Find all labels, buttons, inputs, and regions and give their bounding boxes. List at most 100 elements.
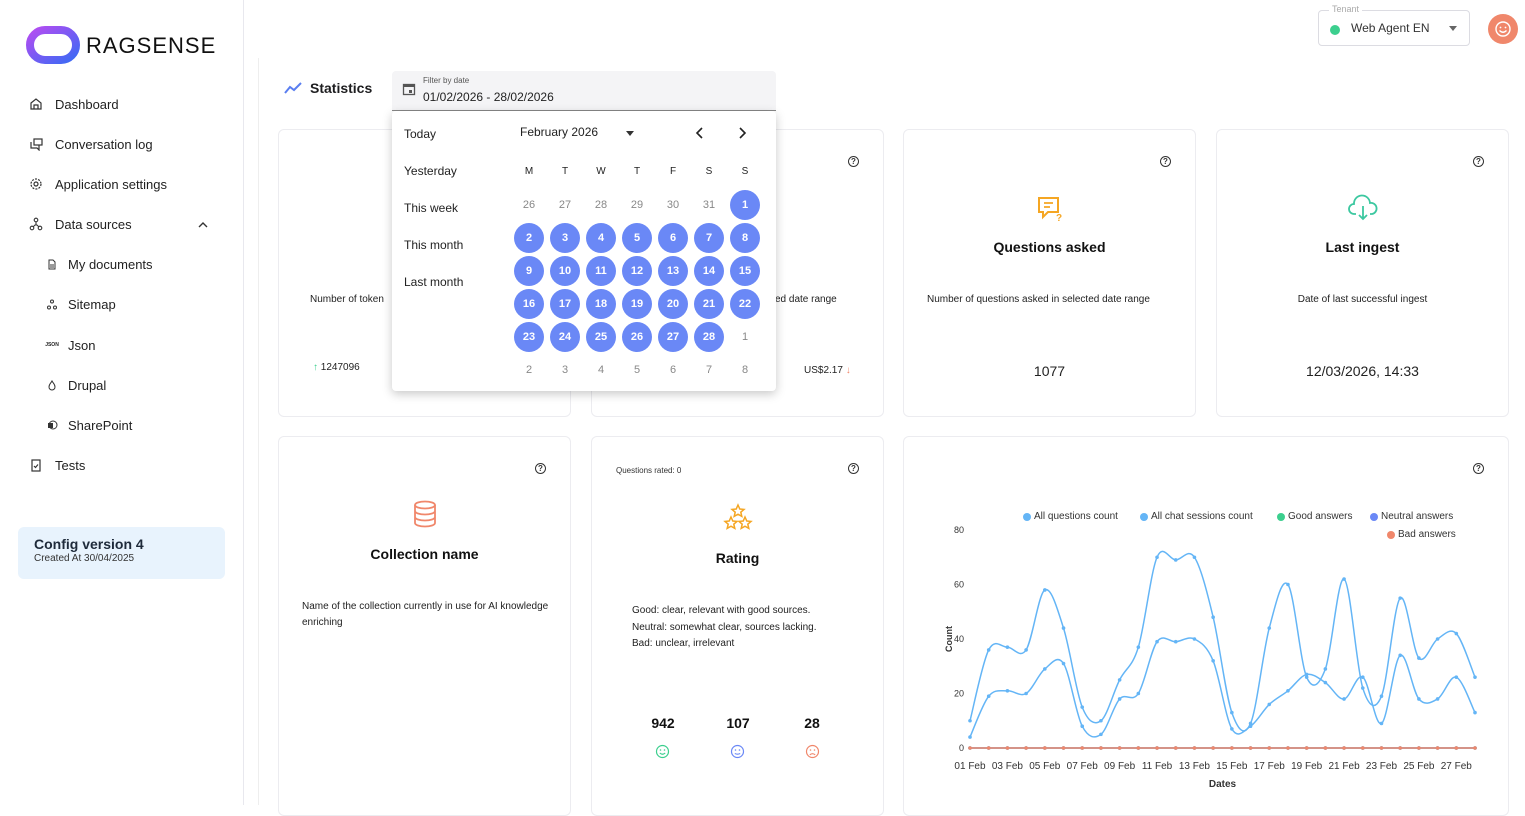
data-point-bad-answers[interactable] bbox=[1173, 746, 1178, 750]
calendar-day-selected[interactable]: 1 bbox=[730, 190, 760, 220]
data-point-all-chat-sessions-count[interactable] bbox=[1379, 721, 1384, 726]
quick-range-option[interactable]: This week bbox=[404, 201, 458, 215]
data-point-all-chat-sessions-count[interactable] bbox=[1117, 697, 1122, 701]
data-point-all-questions-count[interactable] bbox=[1360, 686, 1365, 690]
calendar-day-selected[interactable]: 3 bbox=[550, 223, 580, 253]
data-point-all-chat-sessions-count[interactable] bbox=[1473, 710, 1477, 715]
calendar-day-selected[interactable]: 17 bbox=[550, 289, 580, 319]
calendar-day-outside[interactable]: 30 bbox=[658, 190, 688, 220]
data-point-bad-answers[interactable] bbox=[1360, 746, 1365, 750]
data-point-bad-answers[interactable] bbox=[1417, 746, 1421, 750]
calendar-day-selected[interactable]: 14 bbox=[694, 256, 724, 286]
data-point-bad-answers[interactable] bbox=[1192, 746, 1197, 750]
data-point-all-chat-sessions-count[interactable] bbox=[1173, 639, 1178, 644]
quick-range-option[interactable]: This month bbox=[404, 238, 463, 252]
data-point-all-questions-count[interactable] bbox=[1211, 615, 1215, 619]
calendar-day-selected[interactable]: 4 bbox=[586, 223, 616, 253]
data-point-all-chat-sessions-count[interactable] bbox=[1211, 659, 1215, 663]
sidebar-item-data-sources[interactable]: Data sources bbox=[28, 214, 218, 234]
data-point-all-questions-count[interactable] bbox=[1417, 656, 1421, 660]
data-point-all-chat-sessions-count[interactable] bbox=[986, 694, 991, 699]
data-point-all-chat-sessions-count[interactable] bbox=[1360, 675, 1365, 679]
date-filter-input[interactable]: Filter by date 01/02/2026 - 28/02/2026 bbox=[392, 71, 776, 111]
help-icon[interactable]: ? bbox=[535, 463, 546, 474]
sidebar-item-application-settings[interactable]: Application settings bbox=[28, 174, 167, 194]
calendar-day-selected[interactable]: 12 bbox=[622, 256, 652, 286]
data-point-all-questions-count[interactable] bbox=[1230, 710, 1234, 715]
data-point-bad-answers[interactable] bbox=[1473, 746, 1477, 750]
data-point-all-chat-sessions-count[interactable] bbox=[1061, 661, 1066, 666]
calendar-day-outside[interactable]: 2 bbox=[514, 355, 544, 385]
data-point-bad-answers[interactable] bbox=[1248, 746, 1253, 750]
data-point-all-questions-count[interactable] bbox=[1398, 596, 1402, 600]
data-point-all-chat-sessions-count[interactable] bbox=[1005, 688, 1010, 693]
sidebar-subitem-sitemap[interactable]: Sitemap bbox=[46, 294, 116, 314]
data-point-bad-answers[interactable] bbox=[1099, 746, 1103, 750]
calendar-day-selected[interactable]: 13 bbox=[658, 256, 688, 286]
data-point-all-questions-count[interactable] bbox=[1323, 667, 1328, 671]
data-point-bad-answers[interactable] bbox=[1005, 746, 1010, 750]
data-point-all-chat-sessions-count[interactable] bbox=[1342, 697, 1346, 701]
data-point-all-questions-count[interactable] bbox=[1117, 678, 1122, 682]
data-point-all-chat-sessions-count[interactable] bbox=[1136, 691, 1141, 696]
calendar-day-selected[interactable]: 10 bbox=[550, 256, 580, 286]
data-point-all-chat-sessions-count[interactable] bbox=[968, 735, 972, 739]
sidebar-subitem-sharepoint[interactable]: SharePoint bbox=[46, 415, 132, 435]
calendar-day-selected[interactable]: 21 bbox=[694, 289, 724, 319]
help-icon[interactable]: ? bbox=[848, 156, 859, 167]
calendar-day-selected[interactable]: 6 bbox=[658, 223, 688, 253]
data-point-all-chat-sessions-count[interactable] bbox=[1155, 639, 1159, 644]
chevron-left-icon[interactable] bbox=[695, 127, 705, 139]
quick-range-option[interactable]: Today bbox=[404, 127, 436, 141]
sidebar-item-conversation-log[interactable]: Conversation log bbox=[28, 134, 153, 154]
data-point-all-chat-sessions-count[interactable] bbox=[1230, 727, 1234, 731]
calendar-day-outside[interactable]: 5 bbox=[622, 355, 652, 385]
calendar-day-outside[interactable]: 27 bbox=[550, 190, 580, 220]
data-point-all-questions-count[interactable] bbox=[1342, 577, 1346, 581]
calendar-day-selected[interactable]: 22 bbox=[730, 289, 760, 319]
data-point-all-chat-sessions-count[interactable] bbox=[1304, 672, 1309, 677]
data-point-all-questions-count[interactable] bbox=[1173, 558, 1178, 562]
calendar-day-outside[interactable]: 31 bbox=[694, 190, 724, 220]
calendar-day-selected[interactable]: 8 bbox=[730, 223, 760, 253]
data-point-all-chat-sessions-count[interactable] bbox=[1323, 680, 1328, 685]
sidebar-item-tests[interactable]: Tests bbox=[28, 455, 85, 475]
data-point-all-questions-count[interactable] bbox=[1155, 555, 1159, 560]
calendar-day-outside[interactable]: 3 bbox=[550, 355, 580, 385]
quick-range-option[interactable]: Yesterday bbox=[404, 164, 457, 178]
data-point-bad-answers[interactable] bbox=[1323, 746, 1328, 750]
data-point-all-questions-count[interactable] bbox=[1080, 705, 1085, 709]
data-point-all-chat-sessions-count[interactable] bbox=[1248, 724, 1253, 728]
data-point-all-questions-count[interactable] bbox=[1024, 648, 1028, 652]
data-point-bad-answers[interactable] bbox=[1342, 746, 1346, 750]
help-icon[interactable]: ? bbox=[1473, 156, 1484, 167]
data-point-bad-answers[interactable] bbox=[1080, 746, 1085, 750]
calendar-day-outside[interactable]: 4 bbox=[586, 355, 616, 385]
chevron-right-icon[interactable] bbox=[737, 127, 747, 139]
calendar-day-selected[interactable]: 9 bbox=[514, 256, 544, 286]
data-point-all-questions-count[interactable] bbox=[1005, 645, 1010, 649]
data-point-all-chat-sessions-count[interactable] bbox=[1043, 667, 1047, 671]
data-point-bad-answers[interactable] bbox=[1304, 746, 1309, 750]
calendar-day-outside[interactable]: 26 bbox=[514, 190, 544, 220]
data-point-all-questions-count[interactable] bbox=[1267, 626, 1272, 630]
calendar-day-selected[interactable]: 20 bbox=[658, 289, 688, 319]
data-point-all-chat-sessions-count[interactable] bbox=[1286, 688, 1290, 693]
data-point-bad-answers[interactable] bbox=[1454, 746, 1459, 750]
calendar-day-outside[interactable]: 8 bbox=[730, 355, 760, 385]
calendar-day-selected[interactable]: 28 bbox=[694, 322, 724, 352]
data-point-bad-answers[interactable] bbox=[1043, 746, 1047, 750]
data-point-all-questions-count[interactable] bbox=[1061, 626, 1066, 630]
data-point-bad-answers[interactable] bbox=[1211, 746, 1215, 750]
month-year-label[interactable]: February 2026 bbox=[520, 125, 598, 139]
data-point-all-questions-count[interactable] bbox=[1192, 555, 1197, 560]
data-point-all-chat-sessions-count[interactable] bbox=[1398, 653, 1402, 658]
data-point-bad-answers[interactable] bbox=[1155, 746, 1159, 750]
calendar-day-outside[interactable]: 1 bbox=[730, 322, 760, 352]
avatar[interactable] bbox=[1488, 14, 1518, 44]
sidebar-subitem-my-documents[interactable]: My documents bbox=[46, 254, 153, 274]
chevron-up-icon[interactable] bbox=[198, 217, 208, 232]
data-point-all-chat-sessions-count[interactable] bbox=[1024, 691, 1028, 696]
help-icon[interactable]: ? bbox=[1160, 156, 1171, 167]
data-point-all-questions-count[interactable] bbox=[1454, 631, 1459, 636]
